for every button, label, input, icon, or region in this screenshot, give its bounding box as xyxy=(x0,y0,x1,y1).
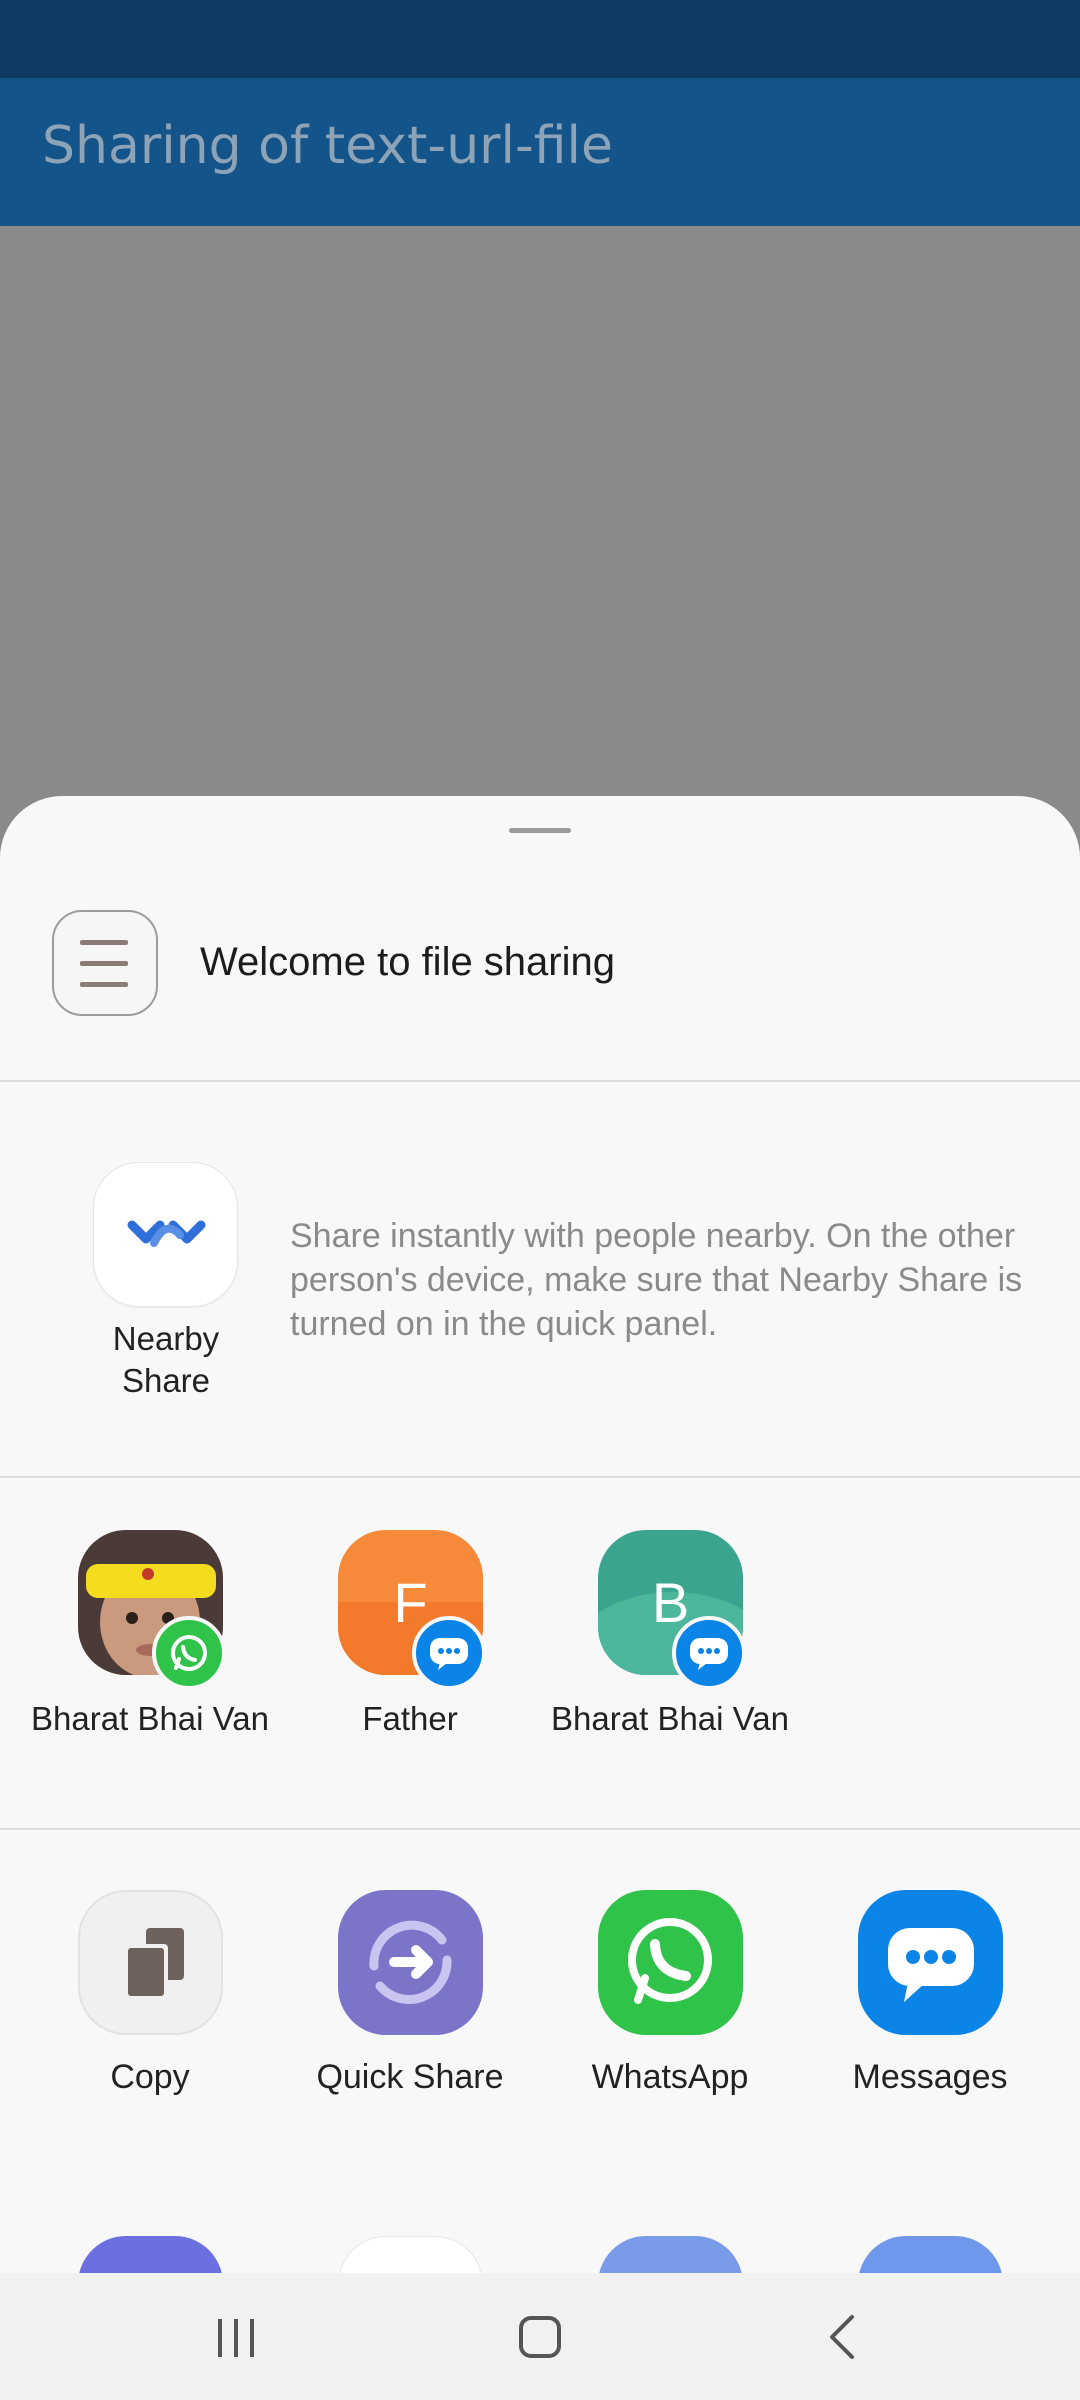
home-icon[interactable] xyxy=(500,2297,580,2377)
app-bar: Sharing of text-url-file xyxy=(0,78,1080,226)
app-label: Quick Share xyxy=(316,2058,504,2096)
status-bar xyxy=(0,0,1080,78)
contact-name: Bharat Bhai Van xyxy=(551,1700,789,1737)
quick-share-icon xyxy=(338,1890,483,2035)
text-content-icon xyxy=(52,910,158,1016)
recents-icon[interactable] xyxy=(196,2297,276,2377)
divider xyxy=(0,1828,1080,1830)
app-label: Messages xyxy=(852,2058,1008,2096)
app-row-partial xyxy=(0,2236,1080,2273)
app-icon-partial[interactable] xyxy=(858,2236,1003,2273)
app-label: Copy xyxy=(110,2058,190,2096)
messages-icon xyxy=(672,1616,746,1690)
back-icon[interactable] xyxy=(804,2297,884,2377)
messages-icon xyxy=(412,1616,486,1690)
whatsapp-icon xyxy=(152,1616,226,1690)
sheet-drag-handle[interactable] xyxy=(509,828,571,833)
copy-icon xyxy=(78,1890,223,2035)
contact-item[interactable]: B Bharat Bhai Van xyxy=(550,1530,790,1810)
navigation-bar xyxy=(0,2273,1080,2400)
nearby-share-label: Nearby Share xyxy=(112,1320,220,1399)
contact-item[interactable]: Bharat Bhai Van xyxy=(30,1530,270,1810)
sheet-title: Welcome to file sharing xyxy=(200,940,615,984)
whatsapp-icon xyxy=(598,1890,743,2035)
app-messages[interactable]: Messages xyxy=(810,1890,1050,2120)
nearby-share-button[interactable] xyxy=(93,1162,238,1307)
contact-name: Bharat Bhai Van xyxy=(31,1700,269,1737)
scrim-overlay[interactable] xyxy=(0,226,1080,796)
app-icon-partial[interactable] xyxy=(338,2236,483,2273)
nearby-share-icon xyxy=(127,1220,206,1247)
app-icon-partial[interactable] xyxy=(78,2236,223,2273)
share-sheet: Welcome to file sharing Nearby Share Sha… xyxy=(0,796,1080,2273)
app-title: Sharing of text-url-file xyxy=(42,116,613,176)
app-icon-partial[interactable] xyxy=(598,2236,743,2273)
nearby-share-description: Share instantly with people nearby. On t… xyxy=(290,1217,1023,1343)
app-label: WhatsApp xyxy=(591,2058,749,2096)
app-copy[interactable]: Copy xyxy=(30,1890,270,2120)
messages-icon xyxy=(858,1890,1003,2035)
app-quick-share[interactable]: Quick Share xyxy=(290,1890,530,2120)
app-whatsapp[interactable]: WhatsApp xyxy=(550,1890,790,2120)
divider xyxy=(0,1080,1080,1082)
divider xyxy=(0,1476,1080,1478)
contact-item[interactable]: F Father xyxy=(290,1530,530,1810)
contact-name: Father xyxy=(362,1700,458,1737)
